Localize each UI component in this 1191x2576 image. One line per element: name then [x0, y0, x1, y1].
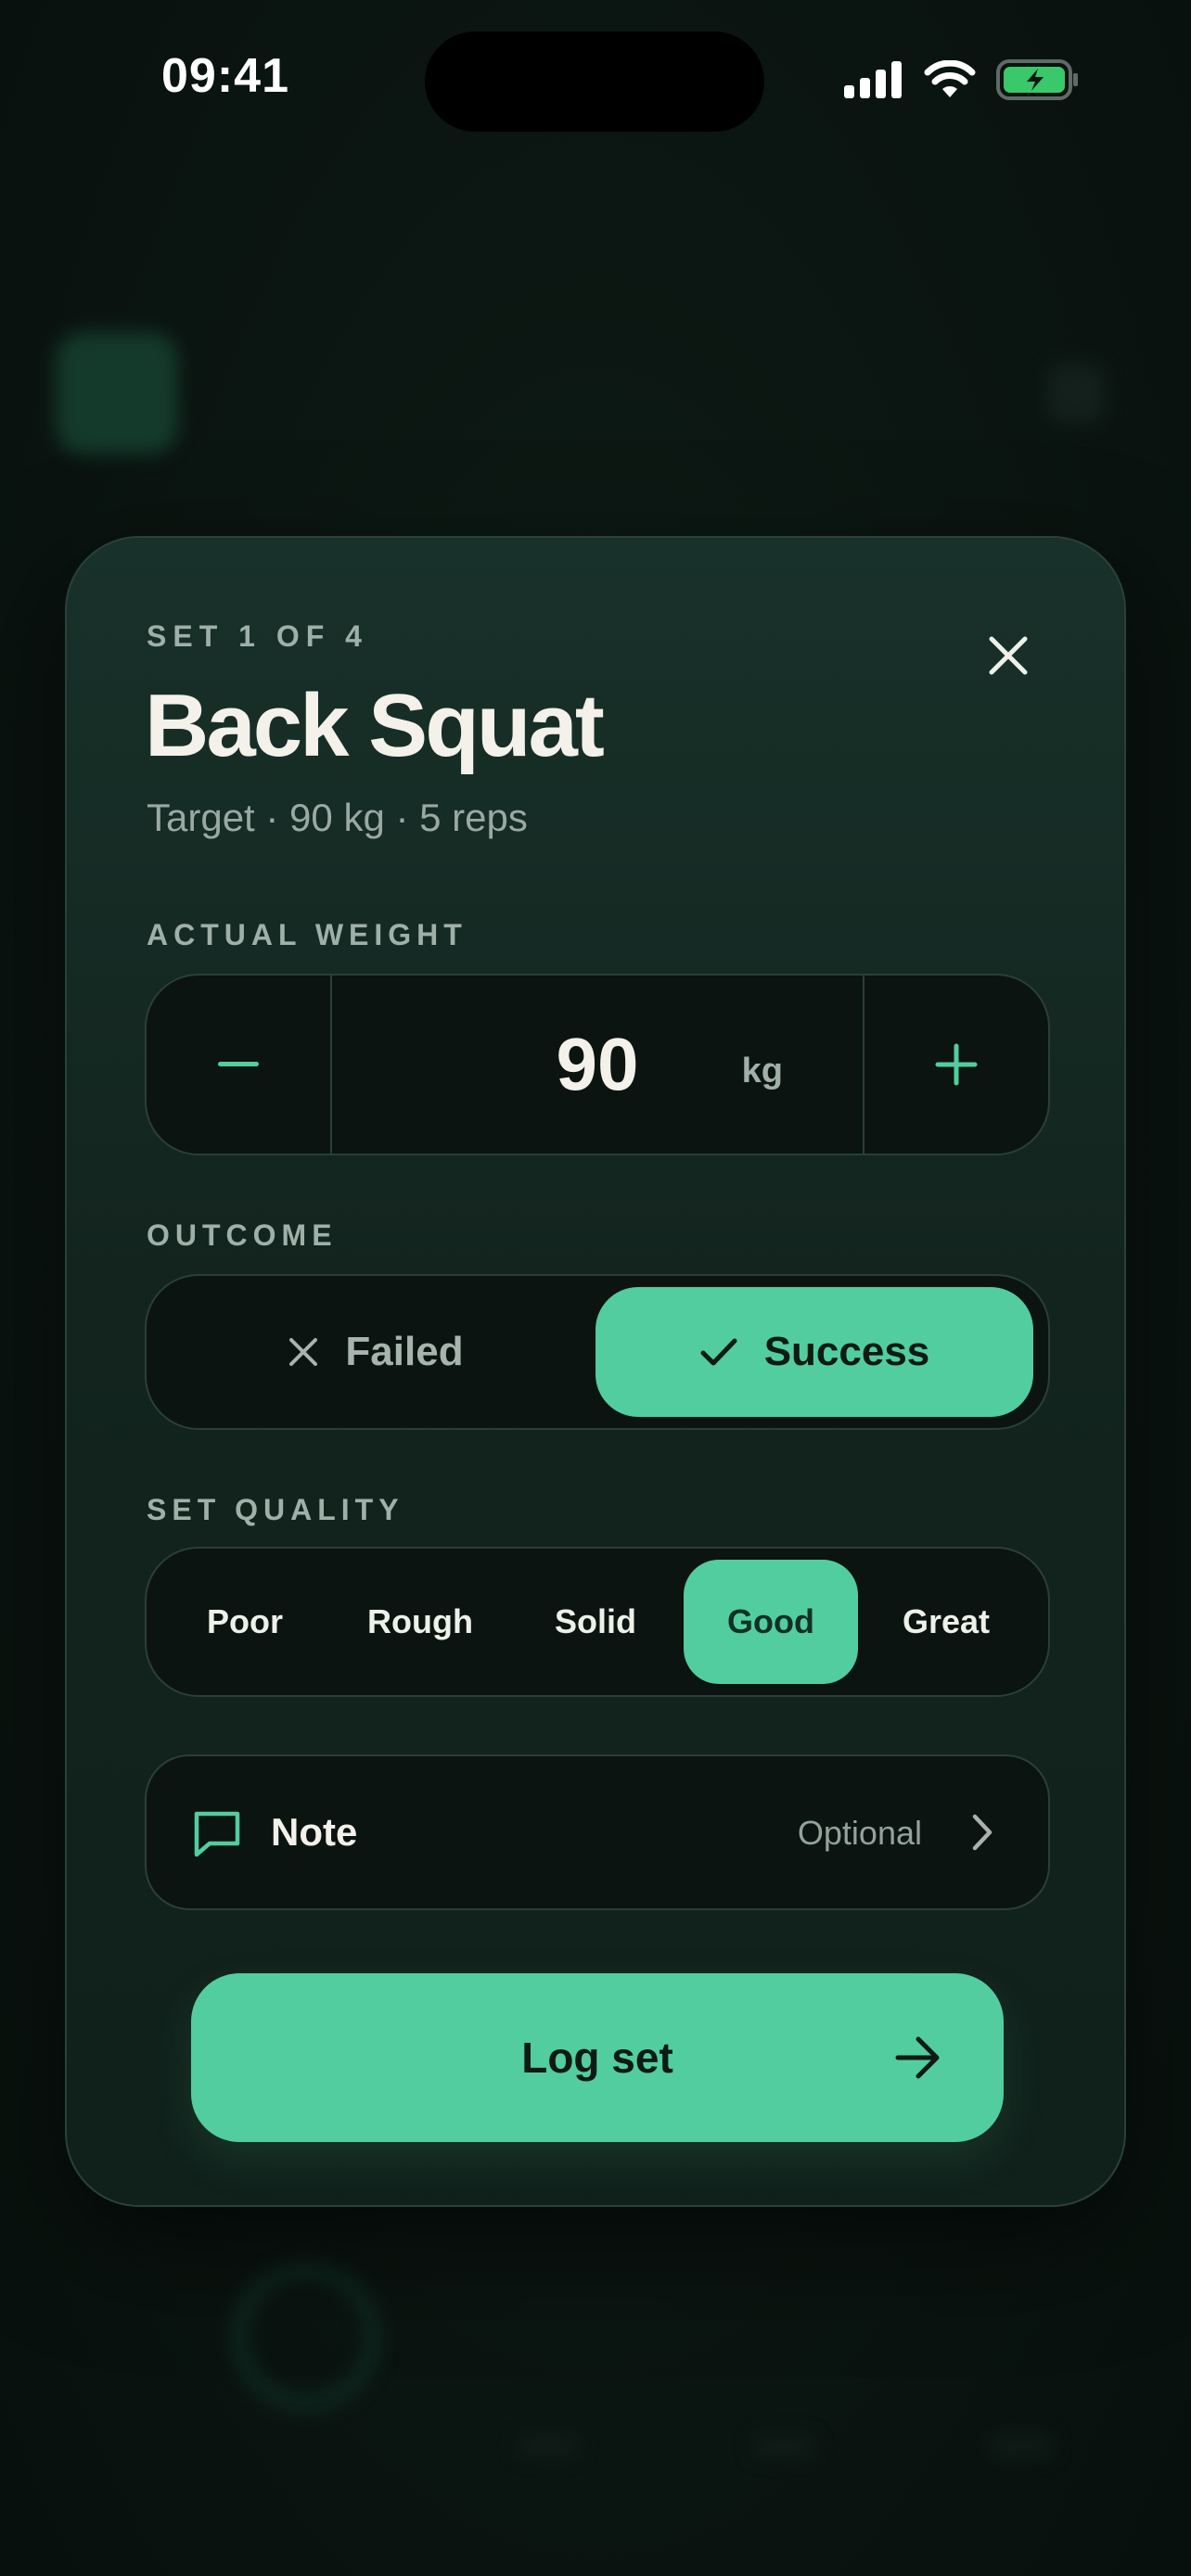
- increment-button[interactable]: [864, 976, 1048, 1154]
- bg-tab-label: [989, 2435, 1054, 2457]
- note-row[interactable]: Note Optional: [145, 1754, 1050, 1910]
- exercise-title: Back Squat: [145, 676, 605, 775]
- arrow-right-icon: [895, 2036, 940, 2079]
- bg-tab-ring: [232, 2263, 380, 2411]
- bg-tab-label: [751, 2435, 816, 2457]
- note-optional-hint: Optional: [797, 1814, 922, 1852]
- target-summary: Target · 90 kg · 5 reps: [147, 796, 528, 839]
- quality-great[interactable]: Great: [859, 1560, 1033, 1684]
- quality-solid[interactable]: Solid: [508, 1560, 683, 1684]
- plus-icon: [935, 1043, 978, 1086]
- bg-tab-label: [516, 2435, 581, 2457]
- signal-icon: [844, 61, 902, 98]
- outcome-failed-label: Failed: [345, 1329, 464, 1374]
- outcome-toggle: Failed Success: [145, 1274, 1050, 1430]
- decrement-button[interactable]: [147, 976, 330, 1154]
- bg-avatar: [56, 332, 178, 454]
- outcome-success-label: Success: [763, 1329, 930, 1374]
- chat-bubble-icon: [194, 1811, 240, 1857]
- minus-icon: [218, 1062, 259, 1066]
- status-icons: [844, 59, 1080, 100]
- weight-value: 90: [556, 1023, 639, 1105]
- status-time: 09:41: [161, 49, 289, 103]
- quality-good[interactable]: Good: [684, 1560, 858, 1684]
- weight-stepper: 90 kg: [145, 974, 1050, 1155]
- log-set-sheet: SET 1 OF 4 Back Squat Target · 90 kg · 5…: [65, 536, 1126, 2207]
- weight-label: ACTUAL WEIGHT: [147, 918, 467, 951]
- bg-menu-dot: [1046, 363, 1106, 423]
- weight-value-field[interactable]: 90 kg: [332, 976, 863, 1154]
- note-label: Note: [271, 1810, 358, 1854]
- check-icon: [700, 1338, 737, 1366]
- outcome-label: OUTCOME: [147, 1218, 338, 1252]
- outcome-success-option[interactable]: Success: [596, 1287, 1033, 1417]
- wifi-icon: [924, 60, 976, 97]
- close-icon: [989, 636, 1028, 675]
- battery-charging-icon: [996, 59, 1078, 100]
- quality-poor[interactable]: Poor: [158, 1560, 332, 1684]
- outcome-failed-option[interactable]: Failed: [158, 1287, 594, 1417]
- x-icon: [289, 1338, 318, 1366]
- log-set-button[interactable]: Log set: [191, 1973, 1004, 2142]
- set-quality-label: SET QUALITY: [147, 1493, 404, 1526]
- chevron-right-icon: [972, 1814, 992, 1851]
- close-button[interactable]: [976, 623, 1041, 688]
- log-set-label: Log set: [521, 2034, 673, 2082]
- set-quality-selector: Poor Rough Solid Good Great: [145, 1547, 1050, 1697]
- dynamic-island: [425, 32, 764, 132]
- screen: 09:41 SET 1 OF 4 Back Squat Target · 90 …: [0, 0, 1191, 2576]
- quality-rough[interactable]: Rough: [333, 1560, 507, 1684]
- set-counter: SET 1 OF 4: [147, 619, 368, 653]
- weight-unit: kg: [741, 1052, 783, 1090]
